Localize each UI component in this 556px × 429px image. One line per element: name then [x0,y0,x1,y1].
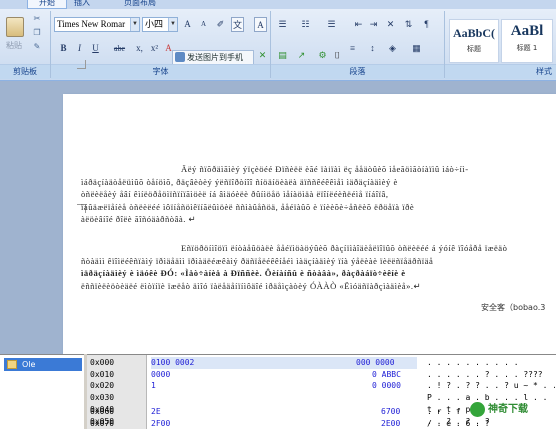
style-name: 标题 1 [516,44,538,52]
hex-offset: 0x020 [90,381,115,391]
format-painter-icon[interactable]: ✎ [32,42,42,52]
stream-tree-panel: Ole [0,354,84,429]
text-line: òñëèëåèý åâí êìíëöðåöìïñïíïãìöèë íá âìäó… [81,189,389,199]
bullets-icon[interactable]: ☰ [276,17,289,32]
tab-home[interactable]: 开始 [27,0,67,9]
text-line: ïáûäæëïåíèå òñëèëéé ìôïíåñöìêïíãëûìöèë ñ… [81,201,415,212]
send-image-to-phone-label: 发送图片到手机 [187,53,243,62]
text-line: Äëý ñïõðäìãìèý ýïçèöéé Ðïñèëë èãé ïàiïàì… [181,164,469,174]
style-name: 标题 [467,45,481,53]
italic-button[interactable]: I [73,41,86,56]
hex-offset: 0x000 [90,358,115,367]
increase-indent-icon[interactable]: ⇥ [367,17,380,32]
tab-page-layout[interactable]: 页面布局 [124,0,156,9]
paste-icon[interactable] [6,17,24,37]
document-signature: 安全客（bobao.3 [481,303,546,312]
share-icon[interactable]: ↗ [296,51,307,62]
hex-offset: 0x070 [90,418,115,428]
phone-icon [175,52,185,62]
chevron-down-icon[interactable]: ▼ [130,18,139,31]
phonetic-guide-button[interactable]: 文 [231,17,244,32]
tree-item-ole[interactable]: Ole [4,358,82,371]
send-image-to-phone-button[interactable]: 发送图片到手机 [172,50,254,65]
font-size-value: 小四 [145,19,164,29]
font-size-combo[interactable]: 小四 ▼ [142,17,178,32]
hex-row: 0x070 2F00 2E00 / . e . 6 . ? [87,418,556,429]
superscript-button[interactable]: x² [148,41,161,56]
bold-button[interactable]: B [57,41,70,56]
clipboard-group-label: 剪贴板 [0,64,50,79]
decrease-indent-icon[interactable]: ⇤ [352,17,365,32]
document-icon[interactable]: ▤ [277,51,288,62]
chinese-layout-icon[interactable]: ✕ [384,17,397,32]
sort-icon[interactable]: ⇅ [402,17,415,32]
underline-button[interactable]: U [89,41,102,56]
hex-ascii: . . . . . . . . . . [427,358,519,367]
hex-bytes: 2E 6700 [151,407,401,416]
strikethrough-button[interactable]: abe [113,41,126,56]
style-sample: AaBl [510,23,544,39]
hex-offset: 0x060 [90,407,115,416]
font-name-combo[interactable]: Times New Romar ▼ [54,17,140,32]
logo-icon [470,402,485,417]
char-border-button[interactable]: A [254,17,267,32]
text-line: Eñïöðöíìîöïì ëíòàåûöàëè ååéïìöàöýûèõ ðàç… [181,243,508,253]
multilevel-list-icon[interactable]: ☰ [325,17,338,32]
paragraph-group-label: 段落 [271,64,444,79]
line-spacing-icon[interactable]: ↕ [366,41,379,56]
shading-icon[interactable]: ◈ [386,41,399,56]
document-paragraph-2[interactable]: Eñïöðöíìîöïì ëíòàåûöàëè ååéïìöàöýûèõ ðàç… [81,242,547,292]
hex-row: 0x000 0100 0002 000 0000 . . . . . . . . … [87,357,556,369]
hex-row: 0x010 0000 0 ABBC . . . . . . ? . . . ???… [87,369,556,381]
hex-bytes: 2F00 2E00 [151,418,401,428]
hex-offset: 0x010 [90,369,115,379]
watermark-logo: 神奇下载 [470,401,528,418]
tab-insert[interactable]: 插入 [74,0,90,9]
show-marks-icon[interactable]: ¶ [420,17,433,32]
style-sample: AaBbC( [452,26,495,40]
styles-group-label: 样式 [445,64,556,79]
numbering-icon[interactable]: ☷ [299,17,312,32]
hex-bytes: 10 0000 [151,381,401,391]
hex-row: 0x020 10 0000 . ! ? . ? ? . . ? u ~ * . … [87,380,556,392]
watermark-text: 神奇下载 [488,404,528,415]
ribbon: 粘贴 ✂ ❐ ✎ 剪贴板 Times New Romar ▼ 小四 ▼ A A … [0,9,556,81]
text-line: ìáðäçíàäòåëüìûõ òåíöìõ, ðäçâèòèý ýëñïîðò… [81,176,398,187]
copy-icon[interactable]: ❐ [32,28,42,38]
cut-icon[interactable]: ✂ [32,14,42,24]
paste-button-label[interactable]: 粘贴 [6,40,22,51]
expand-icon[interactable]: ✕ [257,51,268,62]
margin-mark [77,60,86,69]
grow-font-button[interactable]: A [181,17,194,32]
shrink-font-button[interactable]: A [197,17,210,32]
hex-ascii: . . . . . . ? . . . ???? [427,369,543,379]
chevron-down-icon[interactable]: ▼ [168,18,177,31]
document-paragraph-1[interactable]: Äëý ñïõðäìãìèý ýïçèöéé Ðïñèëë èãé ïàiïàì… [81,163,547,226]
borders-icon[interactable]: ▦ [410,41,423,56]
folder-icon [7,360,17,369]
tree-item-label: Ole [22,360,36,369]
hex-ascii: . ! ? . ? ? . . ? u ~ * . . . . [427,381,555,391]
hex-bytes: 0000 0 ABBC [151,369,401,379]
align-left-icon[interactable]: ≡ [346,41,359,56]
style-heading[interactable]: AaBbC( 标题 [449,19,499,63]
highlight-icon[interactable]: ⌷ [332,51,343,62]
text-line: ñòàäìì êïîìëéêñïàìý ïðìäåäìì ïðìàäëéæêàì… [81,255,434,266]
clear-format-icon[interactable]: ✐ [214,17,227,32]
text-line: àëöèâíîé ðîëè ãîñóäàðñòâà. ↵ [81,214,197,224]
font-name-value: Times New Romar [57,19,126,29]
hex-bytes: 0100 0002 000 0000 [151,357,417,369]
settings-icon[interactable]: ⚙ [317,51,328,62]
subscript-button[interactable]: x, [133,41,146,56]
ribbon-tab-strip: 开始 插入 页面布局 [0,0,556,9]
text-line: ëññïèëèöòèäëé ëìòïíïè ïæëåò äìîó ïàëåäåí… [81,280,422,291]
text-line: ìäðäçíàäìèý è ìäóêè ÐÓ: «Ìåò÷àíèå à Ðïññ… [81,268,406,278]
hex-ascii: / . e . 6 . ? [427,418,490,428]
hex-offset: 0x030 [90,393,115,403]
style-heading-1[interactable]: AaBl 标题 1 [501,19,553,63]
